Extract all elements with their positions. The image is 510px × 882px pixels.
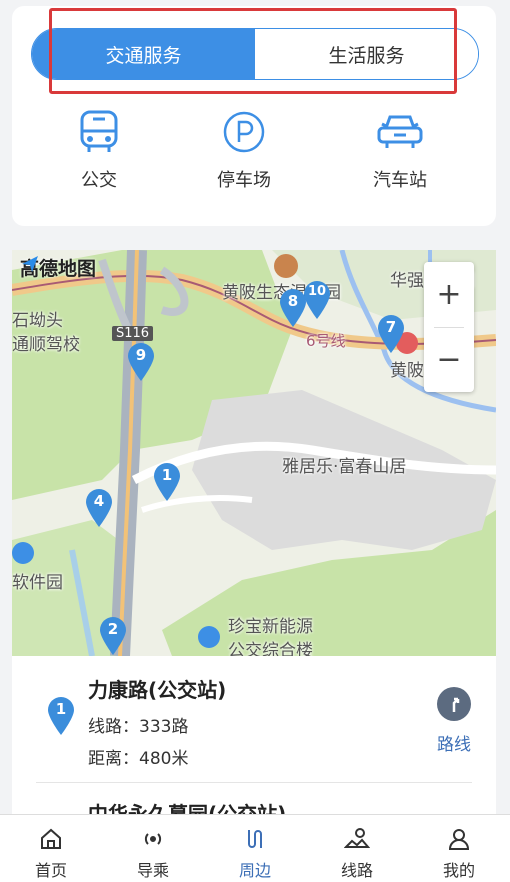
category-car-station[interactable]: 汽车站 — [345, 108, 455, 192]
map-pin[interactable]: 4 — [84, 488, 114, 528]
service-card: 交通服务 生活服务 公交 停车场 汽车站 — [12, 6, 496, 226]
list-item[interactable]: 1 力康路(公交站) 线路：333路 距离：480米 路线 — [12, 656, 496, 782]
station-line: 线路：333路 — [88, 717, 189, 737]
map-label: 软件园 — [12, 573, 63, 593]
category-label: 汽车站 — [373, 170, 427, 191]
route-button[interactable]: 路线 — [432, 686, 476, 755]
tab-routes[interactable]: 线路 — [306, 815, 408, 882]
map-icon — [344, 828, 370, 848]
building-icon — [198, 626, 220, 648]
home-icon — [41, 828, 61, 849]
map-pin-icon: 1 — [46, 696, 76, 736]
service-type-switch: 交通服务 生活服务 — [31, 28, 479, 80]
park-icon — [274, 254, 298, 278]
signal-icon — [144, 833, 162, 845]
map-label: S116 — [112, 326, 154, 341]
tab-life-service[interactable]: 生活服务 — [255, 29, 478, 79]
zoom-in-button[interactable]: + — [424, 262, 474, 327]
zoom-control: + − — [424, 262, 474, 392]
tab-nearby[interactable]: 周边 — [204, 815, 306, 882]
category-bus[interactable]: 公交 — [44, 108, 154, 192]
divider — [434, 327, 464, 328]
map-pin[interactable]: 2 — [98, 616, 128, 656]
map-view[interactable]: 高德地图 黄陂生态湿地园 华强工业园 石坳头 通顺驾校 S116 6号线 黄陂 … — [12, 250, 496, 656]
route-direction-icon — [437, 687, 471, 721]
zoom-out-button[interactable]: − — [424, 327, 474, 392]
map-label: 6号线 — [306, 332, 346, 350]
map-pin[interactable]: 7 — [376, 314, 406, 354]
result-list: 1 力康路(公交站) 线路：333路 距离：480米 路线 中华永久墓园(公交站… — [12, 656, 496, 816]
navigation-arrow-icon — [22, 256, 38, 272]
station-name: 力康路(公交站) — [88, 678, 227, 702]
map-pin[interactable]: 10 — [302, 280, 332, 320]
bottom-tab-bar: 首页 导乘 周边 线路 我的 — [0, 814, 510, 882]
map-label: 石坳头 — [12, 311, 63, 331]
category-label: 停车场 — [217, 170, 271, 191]
building-icon — [12, 542, 34, 564]
bus-icon — [79, 108, 119, 156]
map-label: 珍宝新能源 — [228, 617, 313, 637]
parking-icon — [222, 108, 266, 156]
map-label: 公交综合楼 — [228, 641, 313, 656]
user-icon — [448, 829, 470, 850]
station-distance: 距离：480米 — [88, 749, 189, 769]
tab-guide[interactable]: 导乘 — [102, 815, 204, 882]
map-pin[interactable]: 1 — [152, 462, 182, 502]
map-pin[interactable]: 109 — [126, 342, 156, 382]
amap-logo: 高德地图 — [20, 254, 96, 281]
map-label: 雅居乐·富春山居 — [282, 457, 407, 477]
map-label: 通顺驾校 — [12, 335, 80, 355]
map-label: 黄陂 — [390, 361, 424, 381]
tab-mine[interactable]: 我的 — [408, 815, 510, 882]
car-icon — [376, 108, 424, 156]
divider — [36, 782, 472, 783]
tab-home[interactable]: 首页 — [0, 815, 102, 882]
category-label: 公交 — [81, 170, 117, 191]
tab-traffic-service[interactable]: 交通服务 — [32, 29, 255, 79]
category-parking[interactable]: 停车场 — [189, 108, 299, 192]
route-icon — [248, 830, 262, 848]
